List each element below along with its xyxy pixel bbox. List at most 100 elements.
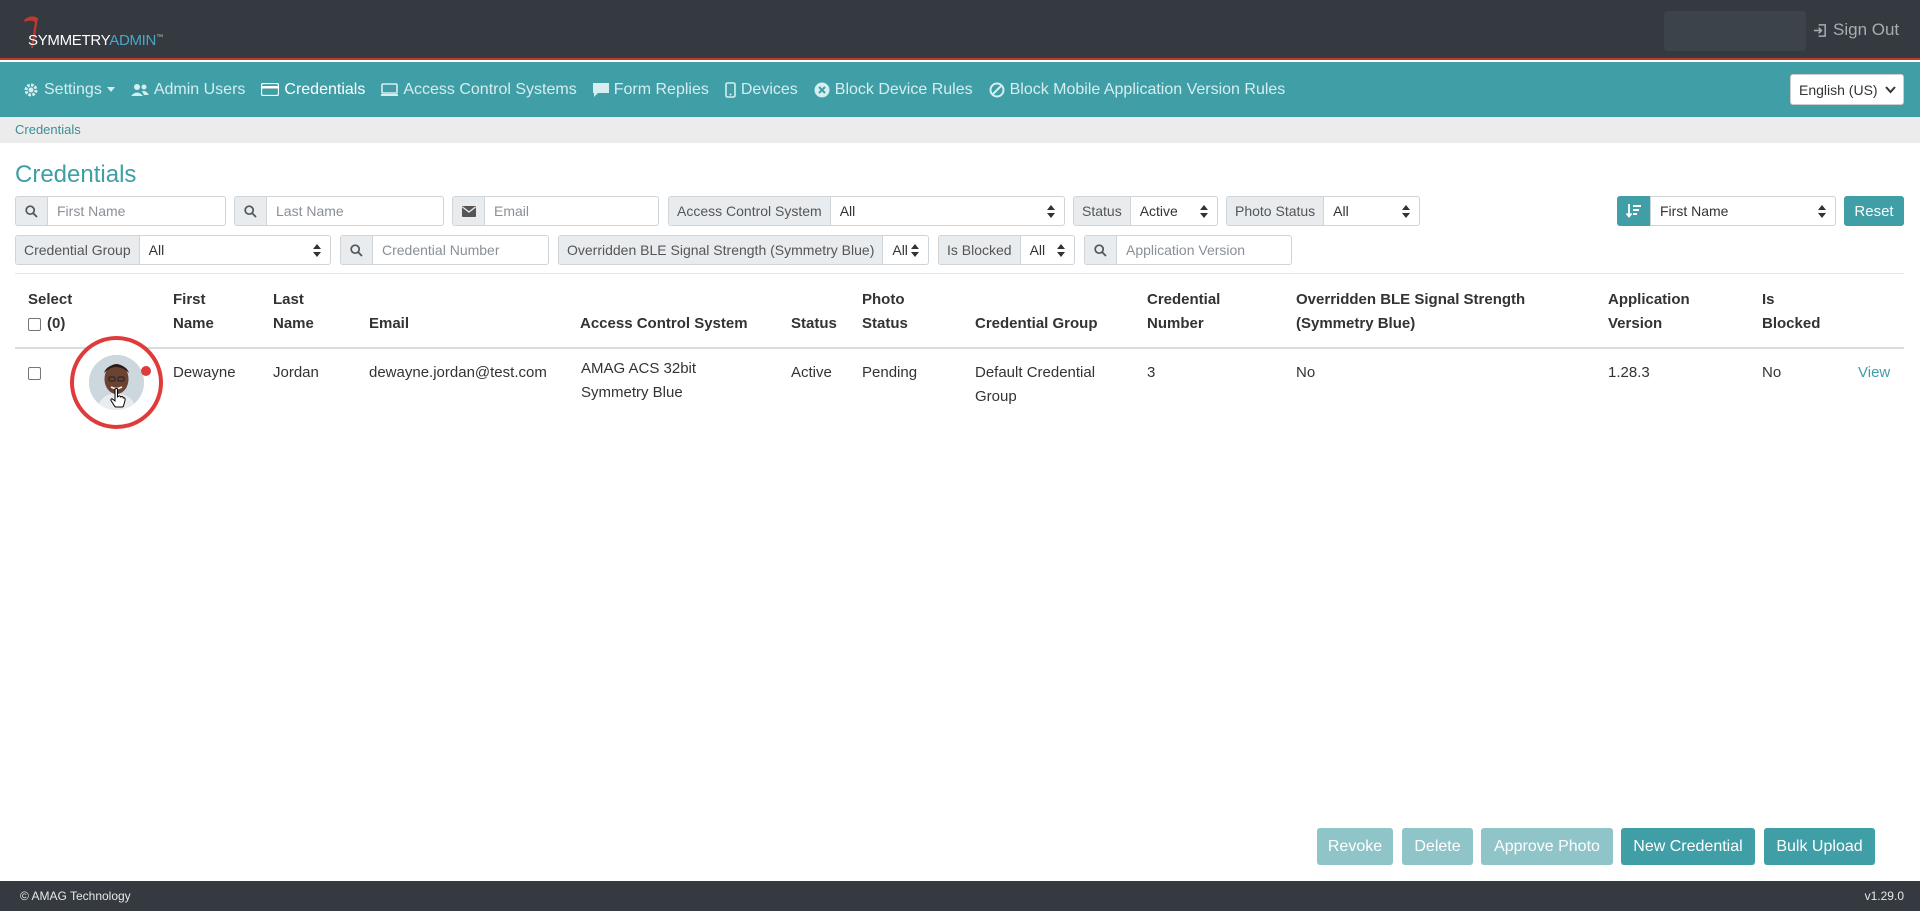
sort-by-filter: First Name — [1650, 196, 1836, 226]
is-blocked-select[interactable]: All — [1021, 236, 1074, 264]
sort-by-select[interactable]: First Name — [1651, 197, 1835, 225]
ble-signal-filter: Overridden BLE Signal Strength (Symmetry… — [558, 235, 929, 265]
header-is-blocked[interactable]: Is Blocked — [1762, 288, 1820, 336]
search-icon — [235, 197, 267, 225]
cell-last-name: Jordan — [273, 364, 319, 381]
email-filter: Email — [452, 196, 659, 226]
ban-icon — [989, 82, 1005, 97]
select-all-checkbox[interactable] — [28, 317, 41, 331]
users-icon — [130, 83, 149, 96]
last-name-input[interactable]: Last Name — [267, 197, 443, 225]
credential-group-label: Credential Group — [16, 236, 140, 264]
main-nav: Settings Admin Users Credentials Access … — [0, 62, 1920, 117]
first-name-input[interactable]: First Name — [48, 197, 225, 225]
cell-first-name: Dewayne — [173, 364, 236, 381]
search-icon — [16, 197, 48, 225]
header-select: Select (0) — [28, 291, 73, 332]
nav-access-control-systems[interactable]: Access Control Systems — [381, 81, 577, 99]
mobile-icon — [725, 81, 736, 98]
acs-label: Access Control System — [669, 197, 831, 225]
table-header-divider — [15, 347, 1904, 349]
cell-credential-group: Default Credential Group — [975, 364, 1096, 405]
revoke-button[interactable]: Revoke — [1317, 828, 1393, 865]
approve-photo-button[interactable]: Approve Photo — [1481, 828, 1613, 865]
access-control-system-filter: Access Control System All — [668, 196, 1065, 226]
header-first-name[interactable]: First Name — [173, 288, 214, 336]
header-photo-status[interactable]: Photo Status — [862, 288, 908, 336]
sign-out-icon — [1813, 23, 1826, 37]
select-arrows-icon — [911, 244, 919, 257]
photo-status-select[interactable]: All — [1324, 197, 1419, 225]
photo-status-label: Photo Status — [1227, 197, 1325, 225]
select-arrows-icon — [1057, 244, 1065, 257]
header-application-version[interactable]: Application Version — [1608, 288, 1690, 336]
breadcrumb-credentials[interactable]: Credentials — [15, 122, 81, 137]
nav-block-mobile-app-version-rules[interactable]: Block Mobile Application Version Rules — [989, 81, 1285, 99]
last-name-filter: Last Name — [234, 196, 444, 226]
cell-application-version: 1.28.3 — [1608, 364, 1650, 381]
application-version-filter: Application Version — [1084, 235, 1292, 265]
photo-pending-indicator — [141, 366, 151, 376]
nav-credentials[interactable]: Credentials — [261, 81, 365, 99]
cell-photo-status: Pending — [862, 364, 918, 381]
credential-number-input[interactable]: Credential Number — [373, 236, 548, 264]
is-blocked-filter: Is Blocked All — [938, 235, 1075, 265]
sign-out-label: Sign Out — [1833, 20, 1900, 39]
select-arrows-icon — [1818, 205, 1826, 218]
status-select[interactable]: Active — [1131, 197, 1217, 225]
copyright-text: © AMAG Technology — [20, 889, 131, 903]
status-filter: Status Active — [1073, 196, 1218, 226]
nav-form-replies[interactable]: Form Replies — [592, 81, 709, 99]
bulk-upload-button[interactable]: Bulk Upload — [1764, 828, 1875, 865]
is-blocked-label: Is Blocked — [939, 236, 1021, 264]
cell-email: dewayne.jordan@test.com — [369, 364, 547, 381]
header-status[interactable]: Status — [791, 312, 837, 336]
select-arrows-icon — [1047, 205, 1055, 218]
row-select-checkbox[interactable] — [28, 367, 41, 380]
cell-is-blocked: No — [1762, 364, 1782, 381]
chevron-down-icon — [1885, 86, 1896, 94]
header-ble-signal[interactable]: Overridden BLE Signal Strength (Symmetry … — [1296, 288, 1525, 336]
language-select[interactable]: English (US) — [1790, 74, 1904, 105]
header-credential-number[interactable]: Credential Number — [1147, 288, 1220, 336]
cell-status: Active — [791, 364, 832, 381]
nav-block-device-rules[interactable]: Block Device Rules — [814, 81, 973, 99]
header-email[interactable]: Email — [369, 312, 409, 336]
id-card-icon — [261, 83, 280, 96]
sign-out-button[interactable]: Sign Out — [1813, 20, 1899, 40]
delete-button[interactable]: Delete — [1402, 828, 1473, 865]
reset-button[interactable]: Reset — [1844, 196, 1904, 226]
ble-label: Overridden BLE Signal Strength (Symmetry… — [559, 236, 884, 264]
application-version-input[interactable]: Application Version — [1117, 236, 1291, 264]
view-link[interactable]: View — [1858, 361, 1890, 385]
nav-admin-users[interactable]: Admin Users — [130, 81, 245, 99]
ble-select[interactable]: All — [883, 236, 928, 264]
email-input[interactable]: Email — [485, 197, 658, 225]
top-bar: SYMMETRYADMIN™ Sign Out — [0, 0, 1920, 60]
sort-direction-button[interactable] — [1617, 196, 1650, 226]
acs-select[interactable]: All — [831, 197, 1064, 225]
user-menu[interactable] — [1664, 11, 1806, 51]
monitor-icon — [381, 82, 399, 96]
select-arrows-icon — [1402, 205, 1410, 218]
avatar-highlight[interactable] — [70, 336, 163, 429]
search-icon — [341, 236, 373, 264]
nav-devices[interactable]: Devices — [725, 81, 798, 99]
header-access-control-system[interactable]: Access Control System — [580, 312, 748, 336]
caret-down-icon — [106, 86, 115, 92]
credential-group-select[interactable]: All — [140, 236, 330, 264]
breadcrumb: Credentials — [0, 117, 1920, 143]
select-arrows-icon — [1200, 205, 1208, 218]
header-last-name[interactable]: Last Name — [273, 288, 314, 336]
comment-icon — [592, 82, 609, 97]
cell-access-control-system: AMAG ACS 32bit Symmetry Blue — [581, 360, 697, 401]
header-credential-group[interactable]: Credential Group — [975, 312, 1098, 336]
envelope-icon — [453, 197, 485, 225]
status-label: Status — [1074, 197, 1131, 225]
new-credential-button[interactable]: New Credential — [1621, 828, 1755, 865]
cell-credential-number: 3 — [1147, 364, 1156, 381]
hand-pointer-cursor-icon — [110, 388, 126, 408]
gear-icon — [24, 83, 38, 96]
nav-settings[interactable]: Settings — [23, 81, 115, 99]
symmetry-admin-logo[interactable]: SYMMETRYADMIN™ — [20, 14, 190, 50]
